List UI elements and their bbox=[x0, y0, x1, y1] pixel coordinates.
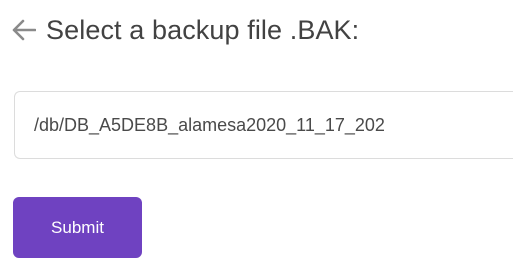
page-heading: Select a backup file .BAK: bbox=[12, 12, 359, 48]
arrow-left-icon[interactable] bbox=[12, 19, 36, 41]
page-title: Select a backup file .BAK: bbox=[46, 15, 360, 45]
backup-path-input[interactable] bbox=[14, 91, 513, 159]
backup-select-page: Select a backup file .BAK: Submit bbox=[0, 0, 513, 260]
submit-button[interactable]: Submit bbox=[13, 197, 142, 258]
